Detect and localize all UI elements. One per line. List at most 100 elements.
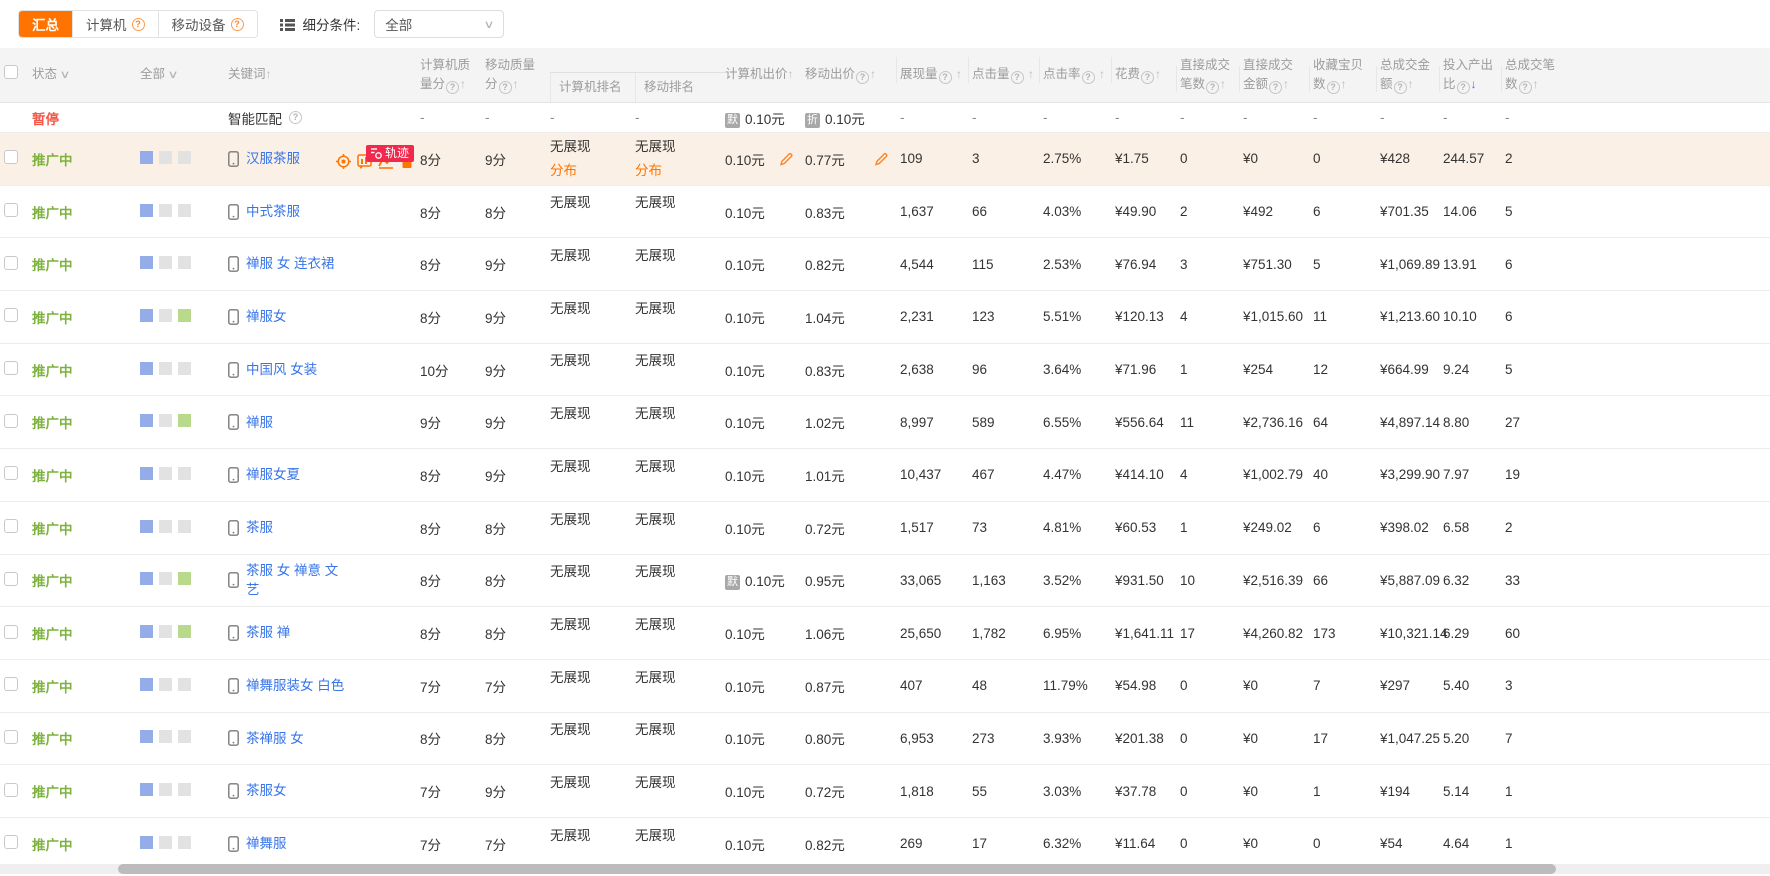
segment-filter-dropdown[interactable]: 全部 (374, 10, 504, 38)
row-checkbox[interactable] (4, 308, 18, 322)
sort-asc-icon[interactable] (870, 67, 876, 81)
keyword-link[interactable]: 禅服女 (246, 307, 287, 327)
help-icon[interactable] (1327, 81, 1340, 94)
sort-asc-icon[interactable] (956, 67, 962, 81)
row-checkbox[interactable] (4, 519, 18, 533)
sort-asc-icon[interactable] (1533, 77, 1539, 91)
keyword-link[interactable]: 茶服女 (246, 781, 287, 801)
dropdown-value: 全部 (385, 14, 412, 34)
sort-desc-icon-active[interactable] (1471, 77, 1477, 91)
row-checkbox[interactable] (4, 414, 18, 428)
col-header-pc-bid[interactable]: 计算机出价 (725, 65, 805, 84)
help-icon[interactable] (856, 71, 869, 84)
col-header-keyword[interactable]: 关键词 (202, 65, 420, 84)
row-checkbox[interactable] (4, 730, 18, 744)
mobile-quality-score: 8分 (485, 202, 550, 222)
col-header-pc-rank[interactable]: 计算机排名 (550, 73, 635, 102)
tab-computer[interactable]: 计算机 (72, 11, 158, 37)
help-icon[interactable] (499, 81, 512, 94)
help-icon[interactable] (446, 81, 459, 94)
keyword-link[interactable]: 禅舞服装女 白色 (246, 676, 344, 696)
keyword-link[interactable]: 汉服茶服 (246, 149, 300, 169)
col-header-mobile-bid[interactable]: 移动出价 (805, 65, 900, 84)
help-icon[interactable] (1457, 81, 1470, 94)
sort-asc-icon[interactable] (1283, 77, 1289, 91)
row-checkbox[interactable] (4, 677, 18, 691)
select-all-checkbox[interactable] (4, 65, 18, 79)
col-header-all[interactable]: 全部 (114, 65, 202, 84)
filter-list-icon (280, 18, 295, 30)
row-checkbox[interactable] (4, 256, 18, 270)
col-header-total-amount[interactable]: 总成交金额 (1380, 56, 1443, 95)
col-header-mobile-rank[interactable]: 移动排名 (635, 73, 725, 102)
keyword-link[interactable]: 茶服 女 禅意 文艺 (246, 561, 346, 600)
keyword-link[interactable]: 茶禅服 女 (246, 729, 304, 749)
sort-asc-icon[interactable] (513, 77, 519, 91)
col-header-direct-amount[interactable]: 直接成交金额 (1243, 56, 1313, 95)
sort-asc-icon[interactable] (1341, 77, 1347, 91)
sort-asc-icon[interactable] (1155, 67, 1161, 81)
row-checkbox[interactable] (4, 572, 18, 586)
distribution-link[interactable]: 分布 (635, 159, 717, 183)
keyword-link[interactable]: 禅服 女 连衣裙 (246, 254, 335, 274)
help-icon[interactable] (231, 18, 244, 31)
sort-asc-icon[interactable] (1220, 77, 1226, 91)
col-header-direct-orders[interactable]: 直接成交笔数 (1180, 56, 1243, 95)
col-header-label: 计算机出价 (725, 67, 788, 81)
help-icon[interactable] (1141, 71, 1154, 84)
help-icon[interactable] (1394, 81, 1407, 94)
sort-asc-icon[interactable] (460, 77, 466, 91)
keyword-link[interactable]: 茶服 禅 (246, 623, 290, 643)
tab-summary[interactable]: 汇总 (19, 11, 72, 37)
help-icon[interactable] (1011, 71, 1024, 84)
sort-asc-icon[interactable] (1408, 77, 1414, 91)
target-icon[interactable] (336, 154, 351, 169)
help-icon[interactable] (1206, 81, 1219, 94)
help-icon[interactable] (939, 71, 952, 84)
keyword-link[interactable]: 禅服女夏 (246, 465, 300, 485)
row-checkbox[interactable] (4, 150, 18, 164)
row-checkbox[interactable] (4, 625, 18, 639)
col-header-ctr[interactable]: 点击率 (1043, 65, 1115, 84)
empty-value: - (1313, 110, 1380, 125)
col-header-impressions[interactable]: 展现量 (900, 65, 972, 84)
help-icon[interactable] (289, 111, 302, 124)
favorites-value: 1 (1313, 784, 1380, 799)
sort-asc-icon[interactable] (266, 67, 272, 81)
help-icon[interactable] (132, 18, 145, 31)
horizontal-scrollbar-thumb[interactable] (118, 864, 1556, 874)
keyword-link[interactable]: 禅舞服 (246, 834, 287, 854)
tab-label: 汇总 (32, 14, 59, 34)
pc-rank-value: 无展现 (550, 824, 627, 848)
col-header-mobile-quality[interactable]: 移动质量分 (485, 56, 550, 95)
sort-asc-icon[interactable] (1099, 67, 1105, 81)
total-amount-value: ¥3,299.90 (1380, 467, 1443, 482)
track-badge[interactable]: 轨迹 (366, 145, 414, 162)
col-header-status[interactable]: 状态 (30, 65, 114, 84)
tab-mobile-device[interactable]: 移动设备 (158, 11, 257, 37)
row-checkbox[interactable] (4, 783, 18, 797)
help-icon[interactable] (1269, 81, 1282, 94)
col-header-favorites[interactable]: 收藏宝贝数 (1313, 56, 1380, 95)
row-checkbox[interactable] (4, 361, 18, 375)
col-header-clicks[interactable]: 点击量 (972, 65, 1043, 84)
col-header-roi[interactable]: 投入产出比 (1443, 56, 1505, 95)
roi-value: 7.97 (1443, 467, 1505, 482)
keyword-link[interactable]: 禅服 (246, 413, 273, 433)
row-checkbox[interactable] (4, 203, 18, 217)
row-checkbox[interactable] (4, 835, 18, 849)
row-checkbox[interactable] (4, 466, 18, 480)
keyword-link[interactable]: 中国风 女装 (246, 360, 317, 380)
col-header-cost[interactable]: 花费 (1115, 65, 1180, 84)
sort-asc-icon[interactable] (1028, 67, 1034, 81)
sort-asc-icon[interactable] (788, 67, 794, 81)
help-icon[interactable] (1082, 71, 1095, 84)
help-icon[interactable] (1519, 81, 1532, 94)
edit-mobile-bid-icon[interactable] (875, 152, 888, 165)
distribution-link[interactable]: 分布 (550, 159, 627, 183)
edit-pc-bid-icon[interactable] (780, 152, 793, 165)
keyword-link[interactable]: 茶服 (246, 518, 273, 538)
col-header-pc-quality[interactable]: 计算机质量分 (420, 56, 485, 95)
keyword-link[interactable]: 中式茶服 (246, 202, 300, 222)
col-header-total-orders[interactable]: 总成交笔数 (1505, 56, 1570, 95)
